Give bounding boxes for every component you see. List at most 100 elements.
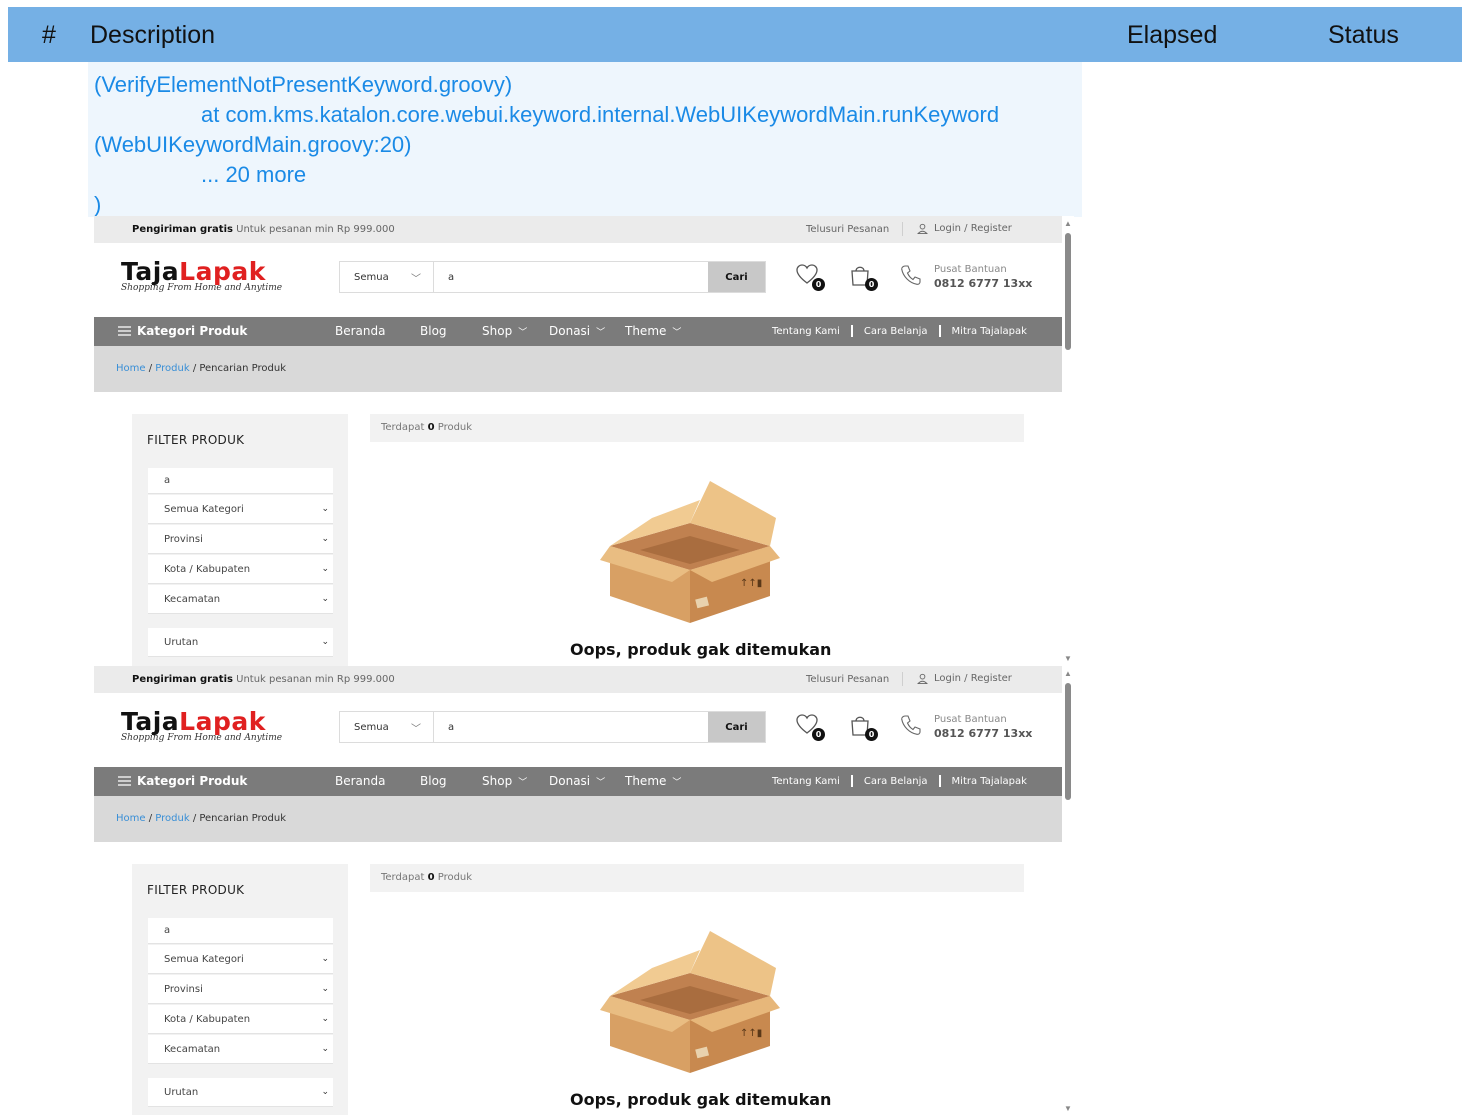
categories-menu[interactable]: Kategori Produk [118,774,247,788]
scrollbar[interactable]: ▲ ▼ [1062,216,1074,666]
divider [850,325,853,337]
filter-keyword-input[interactable]: a [148,918,333,944]
page-screenshot: Pengiriman gratis Untuk pesanan min Rp 9… [94,216,1074,666]
help-center[interactable]: Pusat Bantuan 0812 6777 13xx [900,714,1032,740]
breadcrumb-home[interactable]: Home [116,363,146,374]
free-shipping-promo: Pengiriman gratis Untuk pesanan min Rp 9… [132,674,395,685]
site-logo[interactable]: TajaLapak Shopping From Home and Anytime [121,259,282,294]
main-nav: Kategori Produk Beranda Blog Shop ﹀ Donas… [94,317,1062,346]
chevron-down-icon: ﹀ [672,777,682,788]
breadcrumb-produk[interactable]: Produk [155,813,189,824]
scrollbar-thumb[interactable] [1065,683,1071,800]
nav-link-cara-belanja[interactable]: Cara Belanja [864,776,928,787]
nav-link-tentang-kami[interactable]: Tentang Kami [772,326,840,337]
search-input[interactable]: a [434,262,708,292]
nav-link-mitra[interactable]: Mitra Tajalapak [952,776,1027,787]
column-hash: # [42,21,56,49]
nav-link-cara-belanja[interactable]: Cara Belanja [864,326,928,337]
filter-category-select[interactable]: Semua Kategori ⌄ [148,945,333,974]
svg-text:↑↑▮: ↑↑▮ [740,1028,762,1039]
empty-box-illustration: ↑↑▮ [600,481,780,623]
help-center[interactable]: Pusat Bantuan 0812 6777 13xx [900,264,1032,290]
page-screenshot: Pengiriman gratis Untuk pesanan min Rp 9… [94,666,1074,1115]
filter-keyword-input[interactable]: a [148,468,333,494]
wishlist-button[interactable]: 0 [795,713,825,741]
chevron-down-icon: ﹀ [518,777,528,788]
site-logo[interactable]: TajaLapak Shopping From Home and Anytime [121,709,282,744]
categories-menu[interactable]: Kategori Produk [118,324,247,338]
scrollbar-thumb[interactable] [1065,233,1071,350]
search-bar: Semua ﹀ a Cari [339,711,766,743]
track-order-link[interactable]: Telusuri Pesanan [806,674,889,685]
track-order-link[interactable]: Telusuri Pesanan [806,224,889,235]
breadcrumb-produk[interactable]: Produk [155,363,189,374]
breadcrumb-home[interactable]: Home [116,813,146,824]
search-category-select[interactable]: Semua ﹀ [340,262,434,292]
chevron-down-icon: ﹀ [518,327,528,338]
divider [938,775,941,787]
divider [902,222,903,236]
search-button[interactable]: Cari [708,712,765,742]
nav-item-beranda[interactable]: Beranda [335,324,385,338]
filter-city-select[interactable]: Kota / Kabupaten ⌄ [148,555,333,584]
chevron-down-icon: ﹀ [672,327,682,338]
search-bar: Semua ﹀ a Cari [339,261,766,293]
filter-district-select[interactable]: Kecamatan ⌄ [148,1035,333,1064]
log-line: (VerifyElementNotPresentKeyword.groovy) [94,72,513,97]
nav-item-theme[interactable]: Theme ﹀ [625,324,681,338]
sort-select[interactable]: Urutan ⌄ [148,1078,333,1107]
nav-item-shop[interactable]: Shop ﹀ [482,324,527,338]
nav-link-tentang-kami[interactable]: Tentang Kami [772,776,840,787]
column-status: Status [1328,21,1399,49]
nav-item-blog[interactable]: Blog [420,324,447,338]
chevron-down-icon: ⌄ [321,1087,329,1097]
chevron-down-icon: ﹀ [411,273,421,285]
chevron-down-icon: ⌄ [321,564,329,574]
filter-category-select[interactable]: Semua Kategori ⌄ [148,495,333,524]
nav-item-donasi[interactable]: Donasi ﹀ [549,774,605,788]
log-line: ) [94,192,102,217]
result-count-bar: Terdapat 0 Produk [370,864,1024,892]
empty-result-message: Oops, produk gak ditemukan [570,1090,832,1109]
nav-item-shop[interactable]: Shop ﹀ [482,774,527,788]
scroll-up-icon[interactable]: ▲ [1064,219,1072,228]
login-register-link[interactable]: Login / Register [917,673,1012,684]
search-button[interactable]: Cari [708,262,765,292]
nav-item-blog[interactable]: Blog [420,774,447,788]
search-category-select[interactable]: Semua ﹀ [340,712,434,742]
log-line: at com.kms.katalon.core.webui.keyword.in… [201,102,1000,127]
search-input[interactable]: a [434,712,708,742]
scroll-down-icon[interactable]: ▼ [1064,654,1072,663]
site-header: TajaLapak Shopping From Home and Anytime… [94,243,1062,317]
chevron-down-icon: ⌄ [321,594,329,604]
chevron-down-icon: ⌄ [321,1014,329,1024]
scroll-up-icon[interactable]: ▲ [1064,669,1072,678]
cart-button[interactable]: 0 [848,713,878,741]
scrollbar[interactable]: ▲ ▼ [1062,666,1074,1115]
divider [938,325,941,337]
nav-link-mitra[interactable]: Mitra Tajalapak [952,326,1027,337]
nav-item-theme[interactable]: Theme ﹀ [625,774,681,788]
site-topbar: Pengiriman gratis Untuk pesanan min Rp 9… [94,216,1062,243]
wishlist-button[interactable]: 0 [795,263,825,291]
chevron-down-icon: ﹀ [596,777,606,788]
filter-city-select[interactable]: Kota / Kabupaten ⌄ [148,1005,333,1034]
filter-province-select[interactable]: Provinsi ⌄ [148,525,333,554]
nav-item-donasi[interactable]: Donasi ﹀ [549,324,605,338]
sort-select[interactable]: Urutan ⌄ [148,628,333,657]
cart-button[interactable]: 0 [848,263,878,291]
svg-text:↑↑▮: ↑↑▮ [740,578,762,589]
phone-icon [901,265,921,285]
nav-item-beranda[interactable]: Beranda [335,774,385,788]
breadcrumb-current: / Pencarian Produk [192,363,287,374]
chevron-down-icon: ⌄ [321,1044,329,1054]
breadcrumb: Home / Produk / Pencarian Produk [94,346,1062,392]
scroll-down-icon[interactable]: ▼ [1064,1104,1072,1113]
filter-province-select[interactable]: Provinsi ⌄ [148,975,333,1004]
breadcrumb: Home / Produk / Pencarian Produk [94,796,1062,842]
chevron-down-icon: ⌄ [321,984,329,994]
filter-district-select[interactable]: Kecamatan ⌄ [148,585,333,614]
filter-panel: FILTER PRODUK a Semua Kategori ⌄ Provinsi… [132,864,348,1115]
login-register-link[interactable]: Login / Register [917,223,1012,234]
divider [850,775,853,787]
